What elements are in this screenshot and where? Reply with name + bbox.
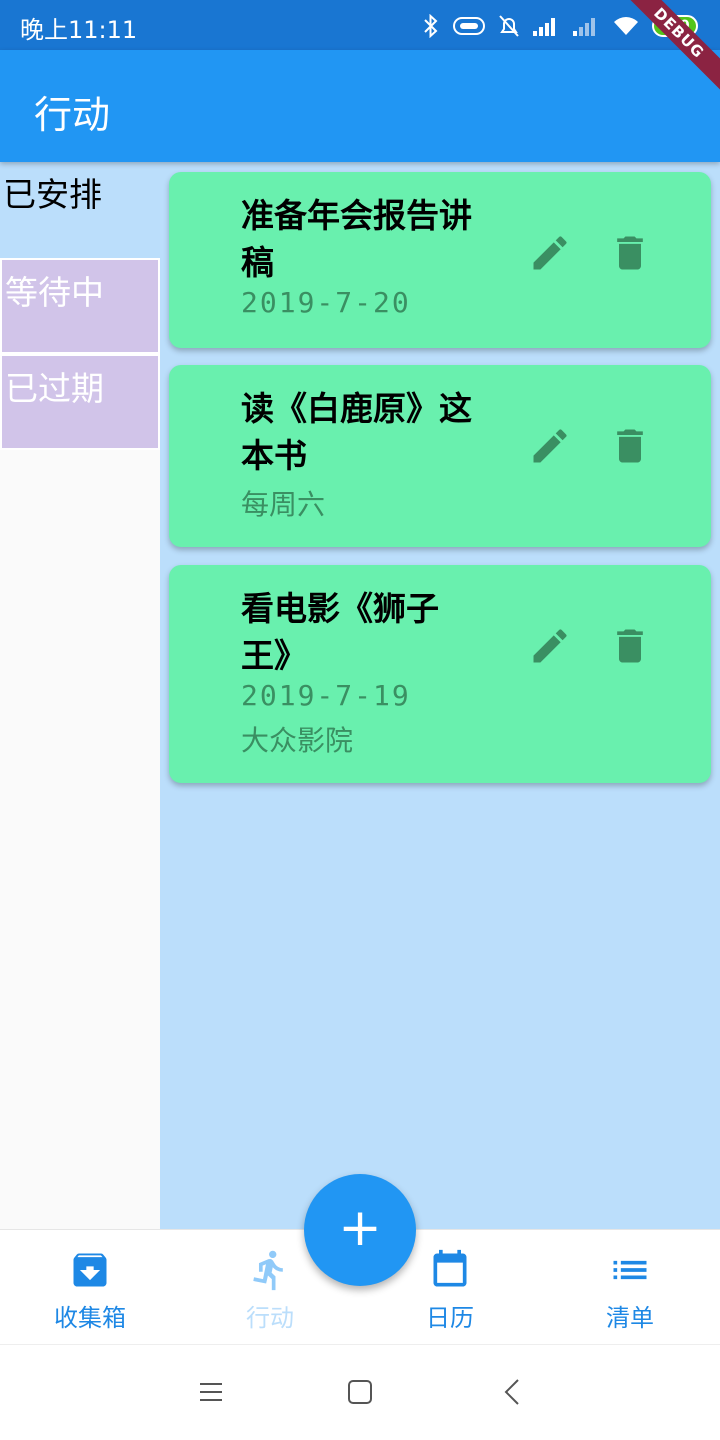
app-bar: 行动	[0, 50, 720, 162]
task-title: 读《白鹿原》这本书	[241, 389, 472, 475]
nav-label-action: 行动	[246, 1304, 294, 1332]
add-task-button[interactable]: +	[304, 1174, 416, 1286]
nav-item-inbox[interactable]: 收集箱	[0, 1230, 180, 1345]
side-item-scheduled[interactable]: 已安排	[0, 162, 160, 258]
delete-icon[interactable]	[608, 624, 652, 668]
home-icon[interactable]	[347, 1379, 373, 1405]
status-bar: 晚上11:11 100	[0, 0, 720, 50]
edit-icon[interactable]	[528, 624, 572, 668]
menu-icon[interactable]	[198, 1379, 224, 1405]
page-title: 行动	[34, 93, 111, 137]
vibrate-icon	[453, 17, 485, 35]
task-card[interactable]: 看电影《狮子王》 2019-7-19 大众影院	[169, 565, 711, 783]
system-nav-bar	[0, 1344, 720, 1440]
task-location: 大众影院	[241, 724, 354, 757]
mute-bell-icon	[499, 15, 519, 37]
run-icon	[253, 1250, 283, 1291]
task-date: 2019-7-19	[241, 679, 411, 712]
task-card[interactable]: 准备年会报告讲稿 2019-7-20	[169, 172, 711, 348]
list-icon	[613, 1260, 647, 1280]
signal-icon	[533, 18, 555, 36]
nav-label-list: 清单	[606, 1304, 654, 1332]
edit-icon[interactable]	[528, 231, 572, 275]
task-card[interactable]: 读《白鹿原》这本书 每周六	[169, 365, 711, 547]
delete-icon[interactable]	[608, 231, 652, 275]
back-icon[interactable]	[500, 1379, 526, 1405]
inbox-icon	[73, 1253, 107, 1287]
task-title: 看电影《狮子王》	[241, 589, 439, 675]
side-menu: 已安排 等待中 已过期	[0, 162, 160, 1229]
nav-item-list[interactable]: 清单	[540, 1230, 720, 1345]
delete-icon[interactable]	[608, 424, 652, 468]
side-item-expired[interactable]: 已过期	[0, 354, 160, 450]
edit-icon[interactable]	[528, 424, 572, 468]
nav-label-calendar: 日历	[426, 1304, 474, 1332]
task-title: 准备年会报告讲稿	[241, 196, 472, 282]
calendar-icon	[433, 1249, 467, 1287]
wifi-icon	[614, 17, 638, 35]
signal-weak-icon	[573, 18, 595, 36]
task-list: 准备年会报告讲稿 2019-7-20 读《白鹿原》这本书 每周六 看电影《狮子王…	[160, 162, 720, 1229]
side-item-waiting[interactable]: 等待中	[0, 258, 160, 354]
status-time: 晚上11:11	[20, 16, 138, 44]
nav-label-inbox: 收集箱	[54, 1304, 126, 1332]
task-repeat: 每周六	[241, 488, 326, 521]
bluetooth-icon	[424, 14, 438, 38]
task-date: 2019-7-20	[241, 286, 411, 319]
